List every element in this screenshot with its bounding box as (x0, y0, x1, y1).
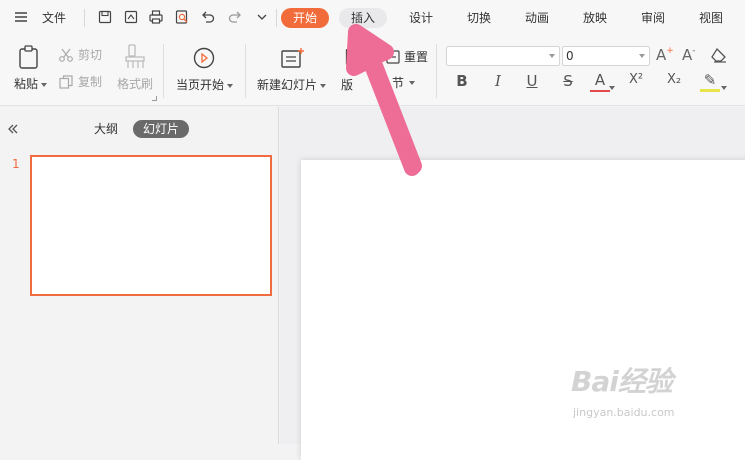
tab-transition[interactable]: 切换 (455, 8, 503, 28)
dialog-launcher-icon[interactable] (152, 96, 157, 101)
tab-outline[interactable]: 大纲 (94, 120, 118, 138)
divider (436, 44, 437, 98)
chevron-down-icon (549, 54, 555, 58)
new-slide-label: 新建幻灯片 (257, 78, 318, 92)
layout-button[interactable]: 版 (341, 76, 353, 93)
paste-icon[interactable] (16, 44, 42, 70)
play-from-current-button[interactable]: 当页开始 (176, 76, 234, 93)
bold-icon[interactable]: B (452, 72, 472, 90)
cut-button[interactable]: 剪切 (58, 46, 102, 63)
hamburger-icon[interactable] (12, 8, 30, 26)
slide-number: 1 (12, 157, 20, 171)
layout-icon[interactable] (345, 48, 363, 66)
reset-icon (386, 49, 400, 64)
print-preview-icon[interactable] (173, 8, 191, 26)
font-name-select[interactable] (446, 46, 560, 66)
copy-label: 复制 (78, 75, 103, 89)
decrease-font-icon[interactable]: A- (682, 46, 696, 64)
subscript-icon[interactable]: X₂ (664, 72, 684, 87)
slide-panel: 大纲 幻灯片 1 (0, 107, 279, 444)
tab-animation[interactable]: 动画 (513, 8, 561, 28)
highlight-icon[interactable]: ✎ (700, 72, 720, 92)
divider (84, 9, 85, 27)
font-size-select[interactable]: 0 (562, 46, 650, 66)
play-icon[interactable] (193, 47, 215, 69)
title-bar: 文件 开始 插入 设计 切换 动画 放映 审阅 视图 (0, 0, 745, 36)
tab-insert[interactable]: 插入 (339, 8, 388, 28)
copy-button[interactable]: 复制 (58, 73, 102, 90)
increase-font-icon[interactable]: A+ (656, 46, 674, 64)
font-size-value: 0 (566, 49, 574, 63)
section-label: 节 (392, 76, 405, 90)
file-menu[interactable]: 文件 (42, 9, 66, 27)
more-chevron-icon[interactable] (253, 8, 271, 26)
highlight-dropdown[interactable] (718, 80, 727, 94)
cut-label: 剪切 (78, 48, 103, 62)
scissors-icon (59, 48, 73, 62)
section-button[interactable]: 节 (392, 74, 416, 91)
new-slide-button[interactable]: 新建幻灯片 (257, 76, 327, 93)
paste-label: 粘贴 (14, 77, 39, 91)
tab-slideshow[interactable]: 放映 (571, 8, 619, 28)
print-icon[interactable] (147, 8, 165, 26)
copy-icon (59, 74, 73, 89)
superscript-icon[interactable]: X² (626, 72, 646, 87)
ribbon-toolbar: 粘贴 剪切 复制 格式刷 当页开始 新建幻灯片 版 重置 节 0 A+ A- B… (0, 36, 745, 106)
tab-slides[interactable]: 幻灯片 (133, 120, 190, 138)
format-painter-label[interactable]: 格式刷 (117, 75, 153, 92)
clear-format-icon[interactable] (710, 47, 728, 63)
divider (276, 9, 277, 27)
tab-view[interactable]: 视图 (687, 8, 735, 28)
play-from-current-label: 当页开始 (176, 78, 225, 92)
underline-icon[interactable]: U (522, 72, 542, 90)
slide-thumbnail[interactable] (30, 155, 272, 296)
strikethrough-icon[interactable]: S (558, 72, 578, 90)
paste-button[interactable]: 粘贴 (14, 75, 48, 92)
divider (163, 44, 164, 98)
watermark-url: jingyan.baidu.com (573, 406, 675, 419)
tab-review[interactable]: 审阅 (629, 8, 677, 28)
tab-home[interactable]: 开始 (281, 8, 330, 28)
format-painter-icon[interactable] (124, 44, 146, 70)
italic-icon[interactable]: I (488, 72, 508, 90)
redo-icon[interactable] (226, 8, 244, 26)
watermark-logo: Bai经验 (571, 365, 673, 398)
save-icon[interactable] (96, 8, 114, 26)
undo-icon[interactable] (199, 8, 217, 26)
collapse-panel-icon[interactable] (6, 121, 20, 140)
divider (245, 44, 246, 98)
reset-button[interactable]: 重置 (385, 48, 428, 65)
tab-design[interactable]: 设计 (397, 8, 445, 28)
font-color-dropdown[interactable] (606, 80, 615, 94)
watermark: Bai经验 jingyan.baidu.com (563, 360, 713, 430)
reset-label: 重置 (404, 50, 429, 64)
export-pdf-icon[interactable] (122, 8, 140, 26)
new-slide-icon[interactable] (280, 46, 306, 70)
chevron-down-icon (639, 54, 645, 58)
